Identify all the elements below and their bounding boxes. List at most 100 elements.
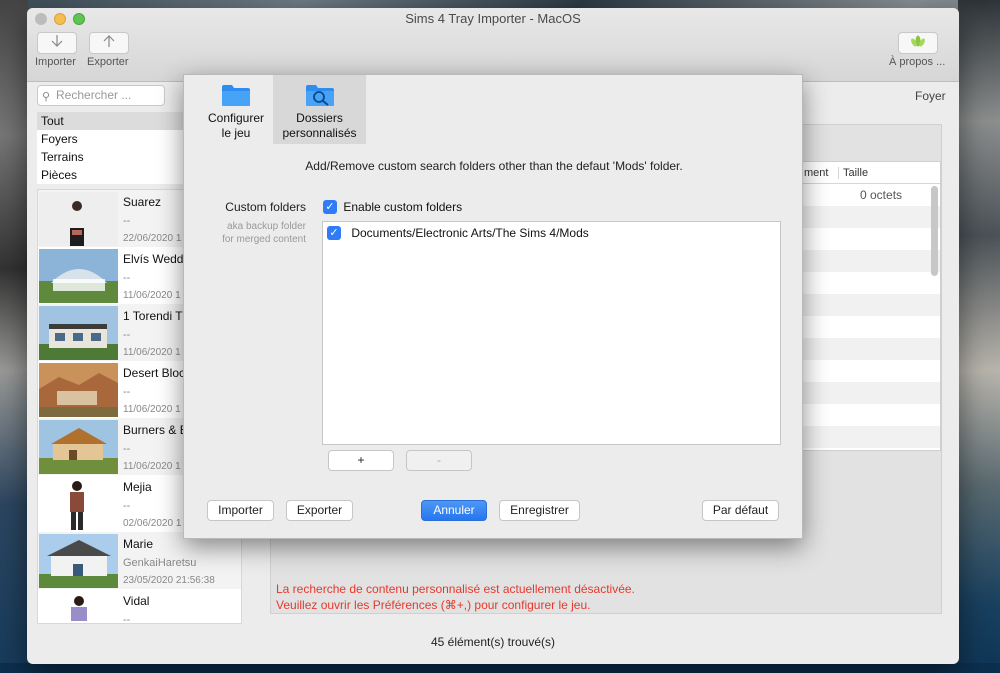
item-author: --	[123, 272, 131, 284]
item-name: Vidal	[123, 594, 150, 608]
enable-custom-folders-checkbox[interactable]: ✓ Enable custom folders	[323, 199, 462, 214]
remove-folder-button[interactable]: -	[406, 450, 472, 471]
item-date: 22/06/2020 1	[123, 233, 182, 244]
sim-thumbnail	[39, 192, 118, 246]
lot-thumbnail	[39, 249, 118, 303]
hint-line: aka backup folder	[227, 221, 306, 232]
size-cell: 0 octets	[860, 188, 903, 202]
item-name: Elvís Wedd	[123, 252, 184, 266]
folder-icon	[222, 85, 250, 106]
table-header: ment Taille	[802, 162, 940, 184]
lotus-icon	[911, 35, 925, 47]
item-name: Suarez	[123, 195, 162, 209]
custom-folders-hint: aka backup folder for merged content	[194, 220, 306, 246]
table-row	[802, 338, 940, 360]
default-button[interactable]: Par défaut	[702, 500, 779, 521]
column-header[interactable]: ment	[804, 167, 828, 179]
table-row	[802, 382, 940, 404]
custom-folders-list: ✓ Documents/Electronic Arts/The Sims 4/M…	[322, 221, 781, 445]
sim-thumbnail	[39, 591, 118, 623]
window-title: Sims 4 Tray Importer - MacOS	[405, 11, 581, 26]
table-row	[802, 272, 940, 294]
item-author: --	[123, 614, 131, 624]
folder-list-item[interactable]: ✓ Documents/Electronic Arts/The Sims 4/M…	[327, 225, 589, 240]
error-message-line2: Veuillez ouvrir les Préférences (⌘+,) po…	[276, 598, 591, 612]
list-item[interactable]: Marie GenkaiHaretsu 23/05/2020 21:56:38	[38, 532, 241, 589]
enable-custom-folders-label: Enable custom folders	[343, 199, 463, 214]
lot-thumbnail	[39, 534, 118, 588]
sim-thumbnail	[39, 477, 118, 531]
table-row	[802, 426, 940, 448]
import-toolbar-button[interactable]	[37, 32, 77, 54]
item-type-label: Foyer	[915, 89, 946, 103]
about-toolbar-button[interactable]	[898, 32, 938, 54]
item-date: 11/06/2020 1	[123, 347, 181, 358]
tab-label: Configurer	[207, 111, 265, 125]
preferences-sheet: Configurer le jeu Dossiers personnalisés…	[183, 74, 803, 539]
item-author: --	[123, 386, 131, 398]
custom-folders-label: Custom folders	[225, 200, 306, 214]
arrow-down-icon	[51, 35, 63, 47]
export-settings-button[interactable]: Exporter	[286, 500, 353, 521]
desktop-background-right	[958, 0, 1000, 673]
table-row	[802, 250, 940, 272]
import-toolbar-label: Importer	[35, 56, 76, 68]
content-table: ment Taille 0 octets	[801, 161, 941, 451]
folder-search-icon	[305, 85, 334, 106]
export-toolbar-button[interactable]	[89, 32, 129, 54]
table-row	[802, 294, 940, 316]
custom-folders-description: Add/Remove custom search folders other t…	[305, 159, 683, 173]
search-input[interactable]: ⚲ Rechercher ...	[37, 85, 165, 106]
lot-thumbnail	[39, 420, 118, 474]
table-row	[802, 228, 940, 250]
folder-path: Documents/Electronic Arts/The Sims 4/Mod…	[351, 225, 589, 240]
item-name: Burners & E	[123, 423, 188, 437]
arrow-up-icon	[103, 35, 115, 47]
table-row	[802, 316, 940, 338]
titlebar: Sims 4 Tray Importer - MacOS Importer Ex…	[27, 8, 959, 82]
item-date: 23/05/2020 21:56:38	[123, 575, 215, 586]
item-name: Marie	[123, 537, 154, 551]
column-header-size[interactable]: Taille	[838, 167, 868, 179]
tab-label: personnalisés	[282, 126, 357, 140]
status-bar-count: 45 élément(s) trouvé(s)	[430, 635, 556, 649]
item-author: --	[123, 215, 131, 227]
item-author: --	[123, 500, 131, 512]
table-row	[802, 404, 940, 426]
desktop-background-left	[0, 0, 28, 673]
tab-configure-game[interactable]: Configurer le jeu	[201, 75, 271, 144]
add-folder-button[interactable]: +	[328, 450, 394, 471]
item-author: GenkaiHaretsu	[123, 557, 197, 569]
table-scrollbar[interactable]	[931, 186, 938, 276]
tab-label: le jeu	[221, 126, 251, 140]
item-name: Mejia	[123, 480, 152, 494]
hint-line: for merged content	[222, 234, 306, 245]
item-date: 11/06/2020 1	[123, 290, 181, 301]
search-placeholder: Rechercher ...	[56, 88, 132, 102]
tab-custom-folders[interactable]: Dossiers personnalisés	[273, 75, 366, 144]
table-row	[802, 206, 940, 228]
item-author: --	[123, 443, 131, 455]
error-message-line1: La recherche de contenu personnalisé est…	[276, 582, 635, 596]
checkbox-checked-icon[interactable]: ✓	[327, 225, 341, 240]
item-date: 02/06/2020 1	[123, 518, 182, 529]
item-name: Desert Bloc	[123, 366, 186, 380]
table-row	[802, 360, 940, 382]
about-toolbar-label: À propos ...	[889, 56, 946, 68]
tab-label: Dossiers	[296, 111, 343, 125]
save-button[interactable]: Enregistrer	[499, 500, 580, 521]
item-author: --	[123, 329, 131, 341]
desktop-background-bottom	[0, 663, 1000, 673]
import-settings-button[interactable]: Importer	[207, 500, 274, 521]
table-row[interactable]: 0 octets	[802, 184, 940, 206]
lot-thumbnail	[39, 363, 118, 417]
list-item[interactable]: Vidal --	[38, 589, 241, 624]
lot-thumbnail	[39, 306, 118, 360]
cancel-button[interactable]: Annuler	[421, 500, 487, 521]
checkbox-checked-icon: ✓	[323, 199, 337, 214]
item-date: 11/06/2020 1	[123, 404, 181, 415]
export-toolbar-label: Exporter	[87, 56, 129, 68]
item-name: 1 Torendi T	[123, 309, 183, 323]
item-date: 11/06/2020 1	[123, 461, 181, 472]
magnifier-icon: ⚲	[42, 91, 51, 103]
